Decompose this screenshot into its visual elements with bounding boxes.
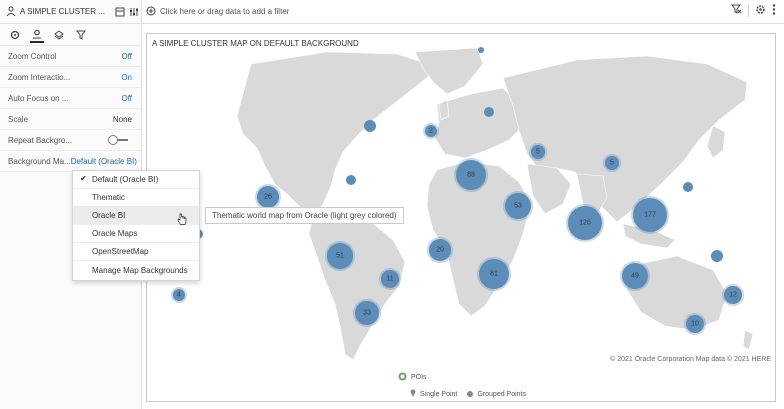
cluster-count-label: 5 (536, 149, 540, 156)
filter-hint[interactable]: Click here or drag data to add a filter (160, 7, 289, 16)
land-masses (236, 47, 754, 361)
map-style-tab-icon[interactable] (30, 27, 44, 43)
grouped-points-icon (467, 391, 474, 397)
single-point-marker[interactable] (683, 182, 693, 192)
option-label: Manage Map Backgrounds (92, 265, 188, 275)
prop-label: Repeat Backgro... (8, 135, 73, 145)
cluster-marker[interactable]: 81 (477, 257, 511, 291)
cluster-count-label: 20 (436, 247, 444, 254)
cluster-count-label: 177 (644, 212, 656, 219)
single-point-marker[interactable] (711, 250, 723, 262)
map-attribution: © 2021 Oracle Corporation Map data © 202… (610, 356, 771, 363)
clear-filter-icon[interactable] (731, 4, 742, 17)
cluster-marker[interactable]: 88 (454, 158, 488, 192)
checkmark-icon: ✔ (80, 174, 87, 183)
prop-background-map[interactable]: Background Ma... Default (Oracle BI) (0, 151, 141, 172)
repeat-background-toggle[interactable] (108, 135, 128, 145)
cluster-count-label: 88 (467, 172, 475, 179)
cluster-count-label: 33 (363, 310, 371, 317)
cluster-count-label: 49 (631, 273, 639, 280)
prop-scale[interactable]: Scale None (0, 109, 141, 130)
option-manage-map-backgrounds[interactable]: Manage Map Backgrounds (73, 261, 199, 279)
single-point-icon (410, 389, 416, 399)
prop-value[interactable]: Off (121, 52, 132, 61)
single-point-marker[interactable] (478, 47, 484, 53)
cluster-count-label: 11 (386, 276, 393, 283)
cluster-marker[interactable]: 5 (603, 154, 621, 172)
cluster-marker[interactable]: 20 (427, 237, 453, 263)
option-oracle-maps[interactable]: Oracle Maps (73, 225, 199, 243)
option-label: Default (Oracle BI) (92, 175, 159, 184)
option-label: Oracle Maps (92, 229, 138, 238)
option-label: OpenStreetMap (92, 247, 149, 256)
prop-value[interactable]: None (113, 115, 132, 124)
cluster-marker[interactable]: 2 (423, 123, 439, 139)
cluster-marker[interactable]: 177 (631, 196, 669, 234)
filter-bar[interactable]: Click here or drag data to add a filter (142, 0, 784, 24)
cluster-marker[interactable]: 53 (503, 191, 533, 221)
grid-view-icon[interactable] (113, 3, 127, 21)
cluster-marker[interactable]: 5 (529, 143, 547, 161)
legend-single-point: Single Point (420, 390, 458, 398)
single-point-marker[interactable] (364, 120, 376, 132)
legend-layer-name: POIs (411, 374, 427, 381)
prop-value[interactable]: On (121, 73, 132, 82)
cluster-count-label: 51 (336, 253, 344, 260)
option-thematic[interactable]: Thematic (73, 189, 199, 207)
cluster-marker[interactable]: 10 (684, 313, 706, 335)
more-options-icon[interactable] (772, 4, 776, 17)
cluster-count-label: 10 (691, 321, 699, 328)
panel-tabs (0, 24, 141, 46)
prop-label: Zoom Control (8, 51, 57, 61)
filter-tab-icon[interactable] (74, 27, 88, 43)
cluster-count-label: 53 (514, 203, 522, 210)
cluster-marker[interactable]: 51 (325, 241, 355, 271)
properties-icon[interactable] (127, 3, 141, 21)
option-tooltip: Thematic world map from Oracle (light gr… (205, 207, 404, 224)
cluster-count-label: 126 (579, 220, 591, 227)
map-title: A SIMPLE CLUSTER MAP ON DEFAULT BACKGROU… (152, 39, 359, 48)
single-point-marker[interactable] (484, 107, 494, 117)
prop-label: Auto Focus on ... (8, 93, 69, 103)
single-point-marker[interactable] (346, 175, 356, 185)
prop-zoom-control[interactable]: Zoom Control Off (0, 46, 141, 67)
cluster-count-label: 26 (264, 194, 272, 201)
cluster-count-label: 81 (490, 271, 498, 278)
person-icon (6, 6, 16, 18)
layers-tab-icon[interactable] (52, 27, 66, 43)
hand-cursor-icon (177, 213, 187, 225)
cluster-marker[interactable]: 4 (171, 287, 187, 303)
prop-label: Background Ma... (8, 156, 71, 166)
cluster-marker[interactable]: 11 (379, 268, 401, 290)
cluster-marker[interactable]: 12 (722, 284, 744, 306)
cluster-marker[interactable]: 49 (620, 261, 650, 291)
cluster-marker[interactable]: 126 (566, 204, 604, 242)
panel-title: A SIMPLE CLUSTER ... (20, 7, 105, 16)
option-label: Oracle BI (92, 211, 126, 220)
cluster-count-label: 12 (729, 292, 737, 299)
prop-repeat-background[interactable]: Repeat Backgro... (0, 130, 141, 151)
prop-label: Zoom Interactio... (8, 72, 71, 82)
legend-grouped-points: Grouped Points (477, 390, 527, 398)
prop-label: Scale (8, 114, 29, 124)
option-openstreetmap[interactable]: OpenStreetMap (73, 243, 199, 261)
option-default-oracle-bi[interactable]: ✔ Default (Oracle BI) (73, 171, 199, 189)
cluster-count-label: 4 (177, 292, 181, 299)
panel-titlebar: A SIMPLE CLUSTER ... (0, 0, 141, 24)
settings-tab-icon[interactable] (8, 27, 22, 43)
prop-value[interactable]: Off (121, 94, 132, 103)
settings-gear-icon[interactable] (755, 4, 766, 17)
cluster-count-label: 5 (610, 160, 614, 167)
prop-zoom-interaction[interactable]: Zoom Interactio... On (0, 67, 141, 88)
add-filter-icon[interactable] (146, 6, 156, 18)
option-label: Thematic (92, 193, 125, 202)
poi-layer-icon (398, 372, 407, 383)
background-map-select[interactable]: Default (Oracle BI) (71, 157, 137, 166)
cluster-marker[interactable]: 33 (353, 299, 381, 327)
map-legend: POIs Single Point Grouped Points (397, 372, 526, 399)
cluster-count-label: 2 (429, 128, 433, 135)
prop-auto-focus[interactable]: Auto Focus on ... Off (0, 88, 141, 109)
